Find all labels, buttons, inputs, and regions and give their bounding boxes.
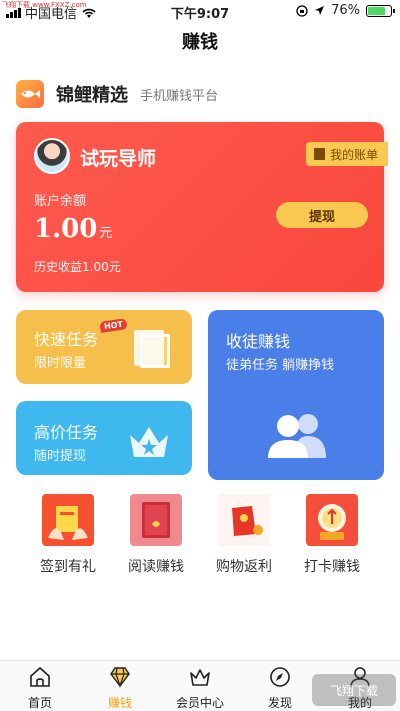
hot-badge: HOT: [99, 318, 128, 333]
withdraw-button[interactable]: 提现: [276, 202, 368, 228]
disciple-title: 收徒赚钱: [226, 332, 291, 351]
disciple-subtitle: 徒弟任务 躺赚挣钱: [226, 358, 335, 373]
quick-item-label: 签到有礼: [40, 559, 96, 575]
checkin-icon: [306, 494, 358, 546]
diamond-icon: [110, 667, 130, 688]
tab-label: 会员中心: [175, 696, 224, 710]
fast-task-card[interactable]: 快速任务 HOT 限时限量: [16, 310, 192, 384]
history-earnings: 历史收益1.00元: [34, 260, 121, 274]
quick-item-label: 购物返利: [216, 559, 272, 575]
balance-label: 账户余额: [34, 194, 87, 209]
status-right: 76%: [296, 3, 395, 18]
shopping-rebate-icon: [218, 494, 270, 546]
tab-label: 赚钱: [107, 696, 132, 710]
tab-member-center[interactable]: 会员中心: [160, 665, 240, 711]
balance-amount: 1.00 元: [34, 214, 112, 244]
tab-home[interactable]: 首页: [0, 665, 80, 711]
quick-item-signin[interactable]: 签到有礼: [24, 494, 112, 576]
account-card: 试玩导师 我的账单 账户余额 1.00 元 历史收益1.00元 提现: [16, 122, 388, 292]
quick-item-checkin[interactable]: 打卡赚钱: [288, 494, 376, 576]
avatar[interactable]: [34, 138, 70, 174]
high-task-title: 高价任务: [34, 423, 99, 442]
brand-slogan: 手机赚钱平台: [140, 88, 219, 104]
my-bill-button[interactable]: 我的账单: [305, 142, 388, 166]
brand-name: 锦鲤精选: [56, 85, 128, 106]
gift-envelope-icon: [42, 494, 94, 546]
tab-label: 首页: [27, 696, 52, 710]
book-stack-icon: [134, 330, 174, 370]
tab-label: 发现: [267, 696, 292, 710]
bottom-watermark: 飞翔下载: [312, 674, 396, 706]
bill-icon: [313, 148, 325, 160]
page-title: 赚钱: [182, 32, 218, 53]
quick-item-read[interactable]: 阅读赚钱: [112, 494, 200, 576]
status-bar: 飞翔下载 www.FXXZ.com 中国电信 下午9:07 76%: [0, 0, 400, 22]
brand-row: 锦鲤精选 手机赚钱平台: [16, 78, 218, 110]
battery-icon: [366, 4, 395, 17]
quick-entry-grid: 签到有礼 阅读赚钱 购物返利 打卡赚钱: [0, 494, 400, 584]
book-read-icon: [130, 494, 182, 546]
fast-task-title: 快速任务: [34, 330, 99, 349]
people-icon: [268, 414, 326, 458]
home-icon: [30, 666, 50, 687]
quick-item-shop[interactable]: 购物返利: [200, 494, 288, 576]
compass-icon: [270, 667, 290, 687]
crown-star-icon: [130, 427, 168, 457]
orientation-lock-icon: [296, 4, 308, 17]
tab-earn[interactable]: 赚钱: [80, 665, 160, 711]
user-role: 试玩导师: [80, 148, 157, 170]
recruit-disciple-card[interactable]: 收徒赚钱 徒弟任务 躺赚挣钱: [208, 310, 384, 480]
high-task-subtitle: 随时提现: [34, 449, 87, 464]
balance-value: 1.00: [34, 214, 98, 244]
high-price-task-card[interactable]: 高价任务 随时提现: [16, 401, 192, 475]
tab-discover[interactable]: 发现: [240, 665, 320, 711]
quick-item-label: 打卡赚钱: [304, 559, 360, 575]
quick-item-label: 阅读赚钱: [128, 559, 184, 575]
battery-percent: 76%: [331, 3, 360, 18]
balance-unit: 元: [99, 226, 113, 241]
location-icon: [315, 6, 325, 15]
my-bill-label: 我的账单: [329, 147, 378, 162]
crown-icon: [190, 669, 210, 686]
fast-task-subtitle: 限时限量: [34, 356, 87, 371]
fish-logo-icon: [16, 80, 44, 108]
